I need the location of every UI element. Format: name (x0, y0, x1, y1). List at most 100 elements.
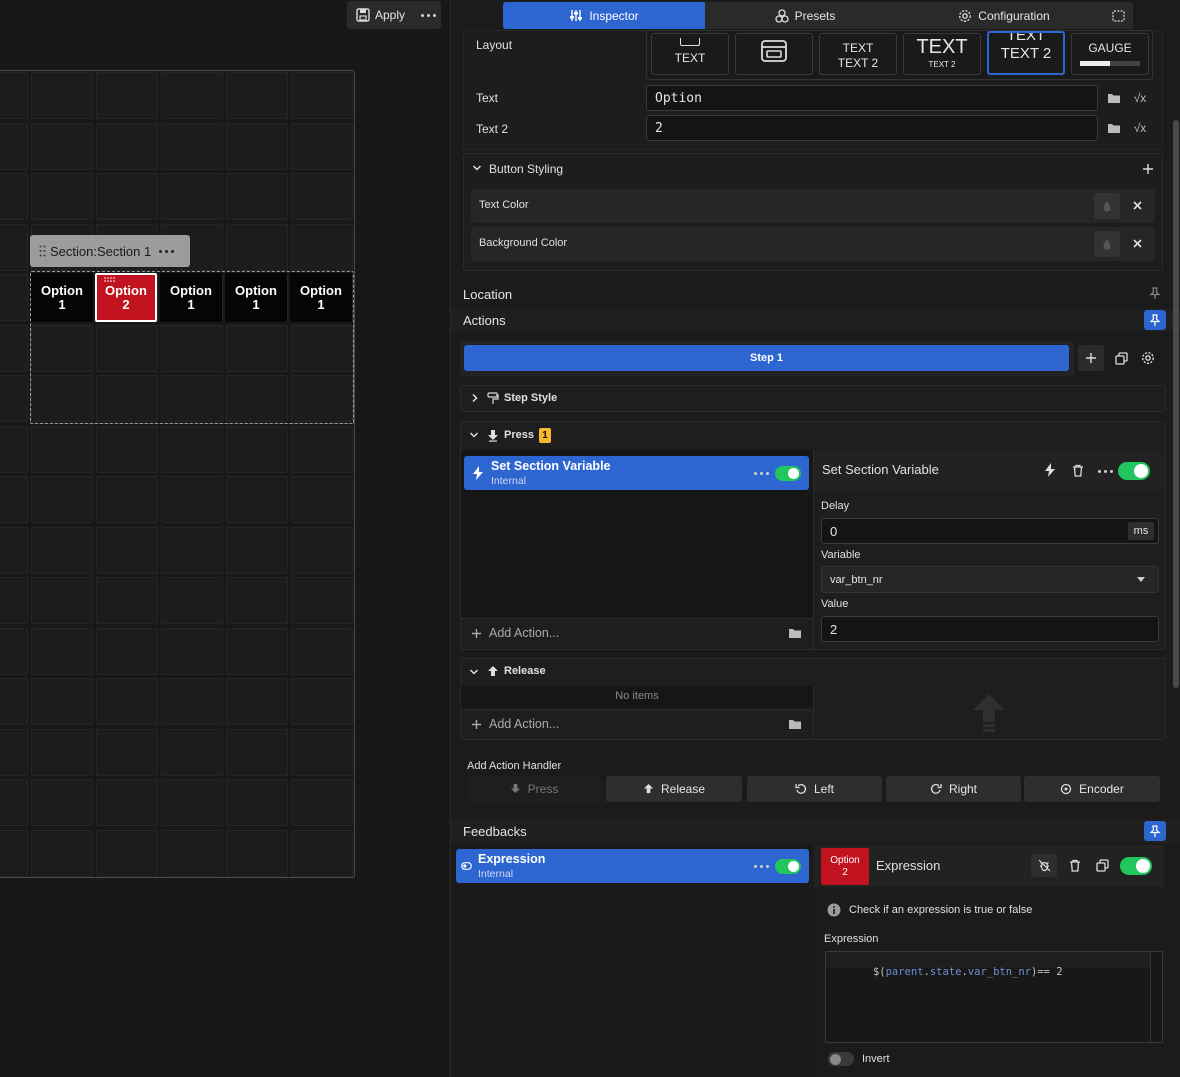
grid-cell[interactable] (226, 476, 288, 523)
grid-cell[interactable] (161, 425, 223, 473)
grid-cell[interactable] (161, 779, 223, 826)
layout-option-large-text[interactable]: TEXT TEXT 2 (903, 33, 981, 75)
grid-cell[interactable] (226, 72, 288, 119)
grid-cell[interactable] (0, 324, 28, 372)
grid-cell[interactable] (161, 627, 223, 675)
grid-cell[interactable] (96, 829, 158, 877)
feedback-item-expression[interactable]: Expression Internal (456, 849, 809, 883)
detail-more-icon[interactable] (1098, 470, 1113, 473)
grid-cell[interactable] (226, 223, 288, 271)
grid-cell[interactable] (0, 779, 28, 826)
grid-cell[interactable] (31, 577, 93, 624)
grid-cell[interactable] (0, 728, 28, 776)
grid-cell[interactable] (226, 526, 288, 574)
grid-cell[interactable] (31, 526, 93, 574)
feedbacks-pin-button[interactable] (1144, 821, 1166, 841)
text-color-picker[interactable] (1094, 193, 1120, 219)
duplicate-step-button[interactable] (1108, 345, 1134, 371)
apply-button[interactable]: Apply (375, 8, 405, 22)
grid-cell[interactable] (291, 173, 353, 220)
step-settings-button[interactable] (1135, 345, 1161, 371)
grid-cell[interactable] (161, 678, 223, 725)
grid-cell[interactable] (31, 425, 93, 473)
grid-cell[interactable] (96, 72, 158, 119)
grid-cell[interactable] (291, 829, 353, 877)
tab-configuration[interactable]: Configuration (905, 2, 1103, 29)
grid-cell[interactable] (226, 577, 288, 624)
tab-presets[interactable]: Presets (705, 2, 905, 29)
grid-cell[interactable] (161, 728, 223, 776)
folder-icon[interactable] (788, 718, 802, 730)
expression-toggle-button[interactable]: √x (1127, 85, 1153, 111)
plus-icon[interactable] (1142, 163, 1154, 175)
layout-option-text[interactable]: TEXT (651, 33, 729, 75)
grid-cell[interactable] (0, 425, 28, 473)
grid-cell[interactable] (0, 72, 28, 119)
text2-input[interactable]: 2 (646, 115, 1098, 141)
grid-cell[interactable] (161, 829, 223, 877)
feedback-enable-toggle[interactable] (775, 859, 801, 874)
tab-inspector[interactable]: Inspector (503, 2, 705, 29)
chevron-down-icon[interactable] (472, 163, 482, 173)
grid-cell[interactable] (0, 122, 28, 170)
section-more-icon[interactable] (159, 249, 175, 253)
save-icon[interactable] (356, 8, 370, 22)
grid-cell[interactable] (96, 678, 158, 725)
chevron-right-icon[interactable] (470, 393, 480, 403)
detail-enable-toggle[interactable] (1118, 462, 1150, 480)
grid-cell[interactable] (96, 627, 158, 675)
grid-cell[interactable] (0, 627, 28, 675)
grid-cell[interactable] (31, 728, 93, 776)
feedback-debug-button[interactable] (1031, 854, 1057, 877)
folder-icon[interactable] (788, 627, 802, 639)
grid-cell[interactable] (96, 728, 158, 776)
grid-cell[interactable] (291, 72, 353, 119)
grid-cell[interactable] (96, 425, 158, 473)
layout-option-selected[interactable]: TEXT TEXT 2 (987, 31, 1065, 75)
panel-scrollbar[interactable] (1173, 120, 1179, 688)
layout-option-image[interactable] (735, 33, 813, 75)
grid-cell[interactable] (0, 829, 28, 877)
feedback-detail-toggle[interactable] (1120, 857, 1152, 875)
grid-cell[interactable] (0, 476, 28, 523)
lightning-icon[interactable] (1045, 463, 1055, 477)
grid-cell[interactable] (161, 122, 223, 170)
grid-cell[interactable] (31, 122, 93, 170)
browse-folder-button[interactable] (1101, 85, 1127, 111)
grid-cell[interactable] (226, 779, 288, 826)
grid-button-1[interactable]: Option 1 (31, 273, 93, 322)
add-right-handler-button[interactable]: Right (886, 776, 1021, 802)
close-icon[interactable] (1132, 200, 1143, 211)
grid-cell[interactable] (31, 829, 93, 877)
add-encoder-handler-button[interactable]: Encoder (1024, 776, 1160, 802)
trash-icon[interactable] (1069, 859, 1081, 872)
copy-icon[interactable] (1096, 859, 1109, 872)
layout-option-gauge[interactable]: GAUGE (1071, 33, 1149, 75)
grid-cell[interactable] (161, 173, 223, 220)
grid-cell[interactable] (226, 122, 288, 170)
actions-pin-button[interactable] (1144, 310, 1166, 330)
add-left-handler-button[interactable]: Left (747, 776, 882, 802)
grid-cell[interactable] (161, 577, 223, 624)
add-release-handler-button[interactable]: Release (606, 776, 742, 802)
grid-cell[interactable] (226, 829, 288, 877)
grid-cell[interactable] (31, 476, 93, 523)
grid-cell[interactable] (226, 627, 288, 675)
grid-cell[interactable] (0, 375, 28, 422)
variable-select[interactable]: var_btn_nr (821, 566, 1159, 593)
drag-handle-icon[interactable] (39, 245, 46, 257)
chevron-down-icon[interactable] (469, 430, 479, 440)
more-icon[interactable] (421, 13, 437, 17)
layout-option-text-text2[interactable]: TEXT TEXT 2 (819, 33, 897, 75)
grid-button-3[interactable]: Option 1 (160, 273, 222, 322)
grid-cell[interactable] (31, 678, 93, 725)
grid-cell[interactable] (0, 526, 28, 574)
grid-cell[interactable] (0, 223, 28, 271)
grid-cell[interactable] (291, 476, 353, 523)
grid-cell[interactable] (291, 728, 353, 776)
grid-cell[interactable] (31, 627, 93, 675)
value-input[interactable]: 2 (821, 616, 1159, 642)
grid-cell[interactable] (291, 223, 353, 271)
grid-cell[interactable] (291, 122, 353, 170)
grid-cell[interactable] (161, 72, 223, 119)
